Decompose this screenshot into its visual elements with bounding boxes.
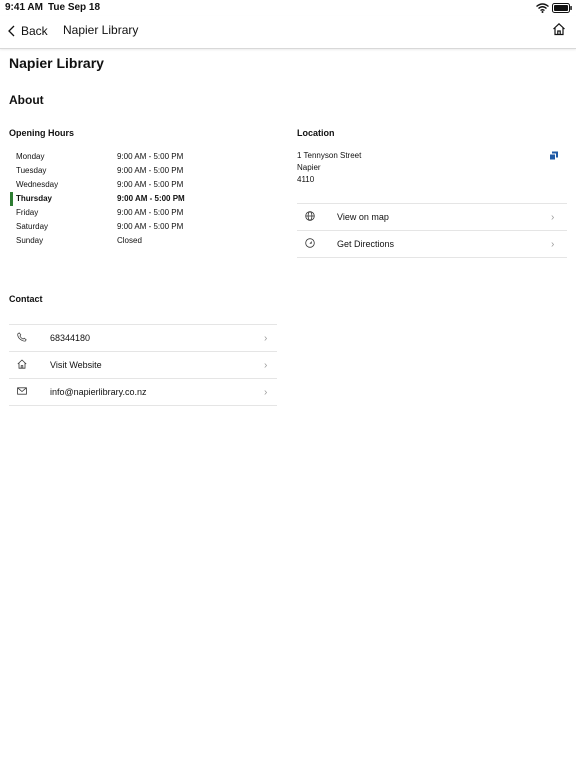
chevron-right-icon: › [264,387,268,398]
view-on-map-row[interactable]: View on map › [297,203,567,230]
hours-day: Sunday [16,236,44,245]
get-directions-row[interactable]: Get Directions › [297,230,567,258]
chevron-right-icon: › [264,333,268,344]
about-heading: About [9,93,44,107]
globe-icon [305,211,315,221]
address-street: 1 Tennyson Street [297,151,362,160]
hours-row-tuesday: Tuesday 9:00 AM - 5:00 PM [10,164,280,178]
contact-email-label: info@napierlibrary.co.nz [50,387,147,397]
hours-day: Thursday [16,194,53,203]
wifi-icon [536,3,549,13]
back-label: Back [21,24,48,38]
hours-time: 9:00 AM - 5:00 PM [117,194,185,203]
hours-row-sunday: Sunday Closed [10,234,280,248]
nav-title: Napier Library [63,23,139,37]
chevron-right-icon: › [264,360,268,371]
address-city: Napier [297,163,321,172]
chevron-left-icon [8,25,15,37]
hours-row-monday: Monday 9:00 AM - 5:00 PM [10,150,280,164]
contact-heading: Contact [9,294,43,304]
contact-email-row[interactable]: info@napierlibrary.co.nz › [9,378,277,406]
back-button[interactable]: Back [8,23,48,39]
hours-row-thursday: Thursday 9:00 AM - 5:00 PM [10,192,280,206]
battery-icon [552,3,572,13]
copy-icon[interactable] [549,151,559,161]
hours-time: Closed [117,236,142,245]
hours-day: Friday [16,208,39,217]
contact-website-label: Visit Website [50,360,102,370]
address-postcode: 4110 [297,175,315,184]
hours-row-friday: Friday 9:00 AM - 5:00 PM [10,206,280,220]
phone-icon [17,332,27,342]
status-time: 9:41 AM [5,2,43,13]
hours-time: 9:00 AM - 5:00 PM [117,166,184,175]
contact-website-row[interactable]: Visit Website › [9,351,277,378]
location-heading: Location [297,128,335,138]
hours-day: Wednesday [16,180,59,189]
hours-row-wednesday: Wednesday 9:00 AM - 5:00 PM [10,178,280,192]
hours-time: 9:00 AM - 5:00 PM [117,208,184,217]
home-icon[interactable] [552,22,566,36]
hours-day: Monday [16,152,45,161]
hours-time: 9:00 AM - 5:00 PM [117,222,184,231]
hours-time: 9:00 AM - 5:00 PM [117,152,184,161]
contact-phone-label: 68344180 [50,333,91,343]
hours-time: 9:00 AM - 5:00 PM [117,180,184,189]
mail-icon [17,387,27,395]
directions-icon [305,238,315,248]
hours-day: Tuesday [16,166,47,175]
get-directions-label: Get Directions [337,239,395,249]
hours-day: Saturday [16,222,49,231]
view-on-map-label: View on map [337,212,389,222]
page-title: Napier Library [9,55,104,71]
home-icon [17,359,27,369]
today-indicator [10,192,13,206]
contact-phone-row[interactable]: 68344180 › [9,324,277,351]
hours-row-saturday: Saturday 9:00 AM - 5:00 PM [10,220,280,234]
opening-hours-heading: Opening Hours [9,128,74,138]
status-date: Tue Sep 18 [48,2,101,13]
chevron-right-icon: › [551,212,555,223]
chevron-right-icon: › [551,239,555,250]
